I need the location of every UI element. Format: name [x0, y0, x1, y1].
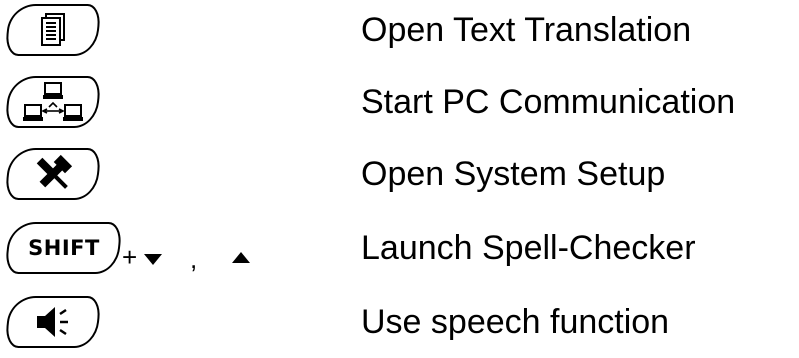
speech-key[interactable]	[4, 296, 102, 348]
shift-key-label: SHIFT	[27, 236, 100, 260]
spell-checker-description: Launch Spell-Checker	[361, 229, 696, 267]
speech-function-description: Use speech function	[361, 303, 670, 341]
legend-row-spell-checker: SHIFT + , Launch Spell-Checker	[0, 218, 799, 278]
system-setup-key[interactable]	[4, 148, 102, 200]
arrow-up-icon	[232, 252, 250, 263]
document-icon	[41, 13, 65, 46]
legend-row-pc-communication: Start PC Communication	[0, 72, 799, 132]
legend-row-text-translation: Open Text Translation	[0, 0, 799, 60]
plus-sign: +	[122, 242, 138, 272]
arrow-down-icon	[144, 254, 162, 265]
spell-checker-key-combo: + ,	[122, 240, 262, 276]
network-icon	[23, 82, 83, 121]
speaker-icon	[37, 307, 68, 337]
text-translation-description: Open Text Translation	[361, 11, 692, 49]
tools-icon	[36, 154, 73, 189]
system-setup-description: Open System Setup	[361, 155, 666, 193]
shift-key[interactable]: SHIFT	[4, 222, 123, 274]
legend-row-speech-function: Use speech function	[0, 292, 799, 352]
pc-communication-description: Start PC Communication	[361, 83, 736, 121]
comma-separator: ,	[190, 244, 198, 274]
pc-communication-key[interactable]	[4, 76, 102, 128]
text-translation-key[interactable]	[4, 4, 102, 56]
legend-row-system-setup: Open System Setup	[0, 144, 799, 204]
